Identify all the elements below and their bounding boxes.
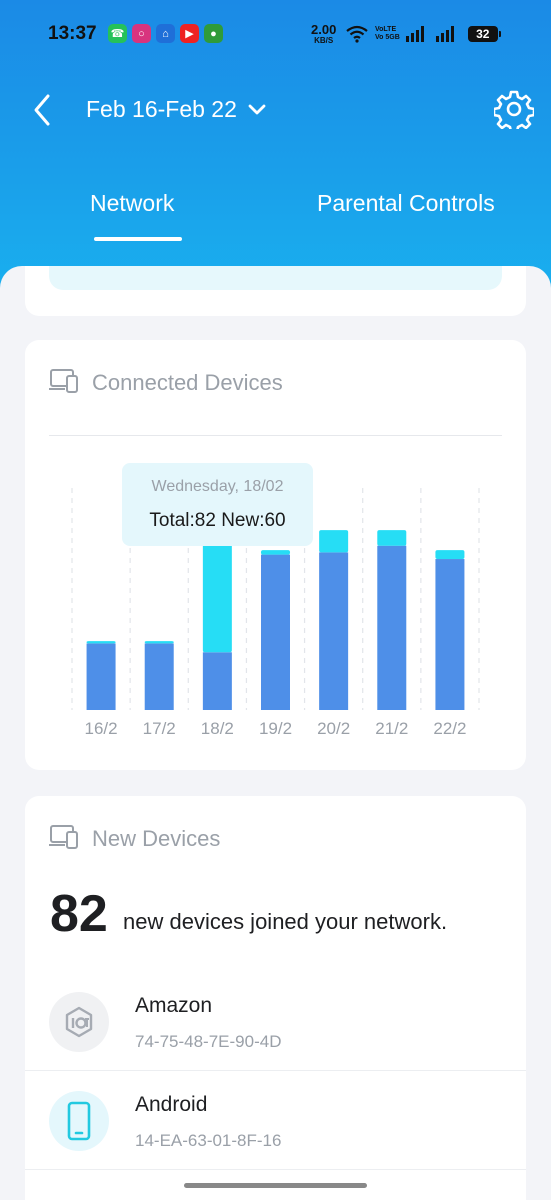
net-speed-value: 2.00	[311, 22, 337, 37]
row-divider	[25, 1169, 526, 1170]
battery-level: 32	[476, 27, 490, 41]
x-tick-label: 18/2	[201, 719, 234, 738]
device-avatar	[49, 1091, 109, 1151]
bar-total-22/2[interactable]	[435, 559, 465, 710]
status-time: 13:37	[48, 23, 97, 44]
device-row[interactable]: Android 14-EA-63-01-8F-16	[25, 1071, 526, 1169]
bar-total-21/2[interactable]	[377, 545, 407, 710]
device-name: Amazon	[135, 994, 213, 1017]
main-content: Connected Devices 16/2 17/2 18/2 19/2 20/2 21…	[0, 266, 551, 1200]
new-devices-count: 82	[50, 885, 108, 943]
chevron-down-icon	[248, 104, 266, 114]
bar-new-16/2[interactable]	[86, 641, 116, 644]
x-tick-label: 19/2	[259, 719, 292, 738]
new-devices-title: New Devices	[92, 826, 221, 851]
home-indicator[interactable]	[184, 1183, 367, 1188]
date-range-selector[interactable]: Feb 16-Feb 22	[86, 96, 267, 123]
bar-total-19/2[interactable]	[261, 554, 290, 710]
bar-new-19/2[interactable]	[261, 550, 290, 555]
connected-devices-card: Connected Devices 16/2 17/2 18/2 19/2 20/2 21…	[25, 340, 526, 770]
new-devices-summary: new devices joined your network.	[123, 909, 448, 934]
device-name: Android	[135, 1093, 208, 1116]
net-speed-unit: KB/S	[314, 36, 334, 45]
bar-total-18/2[interactable]	[202, 652, 232, 710]
instagram-icon: ○	[132, 24, 151, 43]
notification-icons: ☎ ○ ⌂ ▶ ●	[108, 24, 223, 43]
bar-new-18/2[interactable]	[202, 527, 232, 653]
device-mac: 74-75-48-7E-90-4D	[135, 1032, 282, 1051]
home-icon: ⌂	[156, 24, 175, 43]
bar-new-22/2[interactable]	[435, 550, 465, 560]
status-bar: 13:37 ☎ ○ ⌂ ▶ ● 2.00 KB/S VoLTE Vo 5GB 3…	[0, 20, 551, 50]
x-tick-label: 16/2	[85, 719, 118, 738]
bar-total-16/2[interactable]	[86, 643, 116, 710]
volte-bottom: Vo 5GB	[375, 34, 400, 41]
devices-icon	[49, 825, 78, 849]
back-button[interactable]	[28, 92, 58, 128]
youtube-icon: ▶	[180, 24, 199, 43]
status-right: VoLTE Vo 5GB 32	[345, 25, 501, 43]
bar-new-17/2[interactable]	[144, 641, 174, 644]
previous-card-strip	[49, 266, 502, 290]
chevron-left-icon	[34, 94, 50, 126]
previous-card	[25, 266, 526, 316]
bar-new-21/2[interactable]	[377, 530, 407, 546]
chart-tooltip: Wednesday, 18/02 Total:82 New:60	[122, 463, 313, 546]
active-tab-indicator	[94, 237, 182, 241]
lock-icon: ●	[204, 24, 223, 43]
wifi-icon	[346, 25, 368, 43]
tab-network[interactable]: Network	[90, 190, 174, 217]
x-tick-label: 21/2	[375, 719, 408, 738]
volte-indicator: VoLTE Vo 5GB	[375, 26, 400, 42]
date-range-label: Feb 16-Feb 22	[86, 96, 237, 122]
connected-devices-chart[interactable]: 16/2 17/2 18/2 19/2 20/2 21/2 22/2	[25, 340, 526, 770]
x-tick-label: 20/2	[317, 719, 350, 738]
gear-icon	[492, 90, 536, 134]
volte-top: VoLTE	[375, 26, 397, 33]
bar-new-20/2[interactable]	[319, 530, 349, 553]
new-devices-card: New Devices 82 new devices joined your n…	[25, 796, 526, 1200]
phone-icon	[67, 1101, 91, 1141]
whatsapp-icon: ☎	[108, 24, 127, 43]
signal-icon-1	[405, 26, 424, 42]
net-speed: 2.00 KB/S	[311, 23, 336, 45]
bar-total-20/2[interactable]	[319, 552, 349, 710]
device-row[interactable]: Amazon 74-75-48-7E-90-4D	[25, 972, 526, 1070]
settings-button[interactable]	[492, 89, 536, 134]
x-tick-label: 17/2	[143, 719, 176, 738]
device-mac: 14-EA-63-01-8F-16	[135, 1131, 282, 1150]
tab-parental-controls[interactable]: Parental Controls	[317, 190, 495, 217]
amazon-device-icon	[65, 1006, 93, 1038]
x-tick-label: 22/2	[433, 719, 466, 738]
signal-icon-2	[435, 26, 454, 42]
app-header: 13:37 ☎ ○ ⌂ ▶ ● 2.00 KB/S VoLTE Vo 5GB 3…	[0, 0, 551, 300]
tooltip-date: Wednesday, 18/02	[151, 478, 284, 495]
tooltip-values: Total:82 New:60	[149, 510, 286, 531]
battery-icon: 32	[467, 26, 501, 42]
bar-total-17/2[interactable]	[144, 643, 174, 710]
device-avatar	[49, 992, 109, 1052]
